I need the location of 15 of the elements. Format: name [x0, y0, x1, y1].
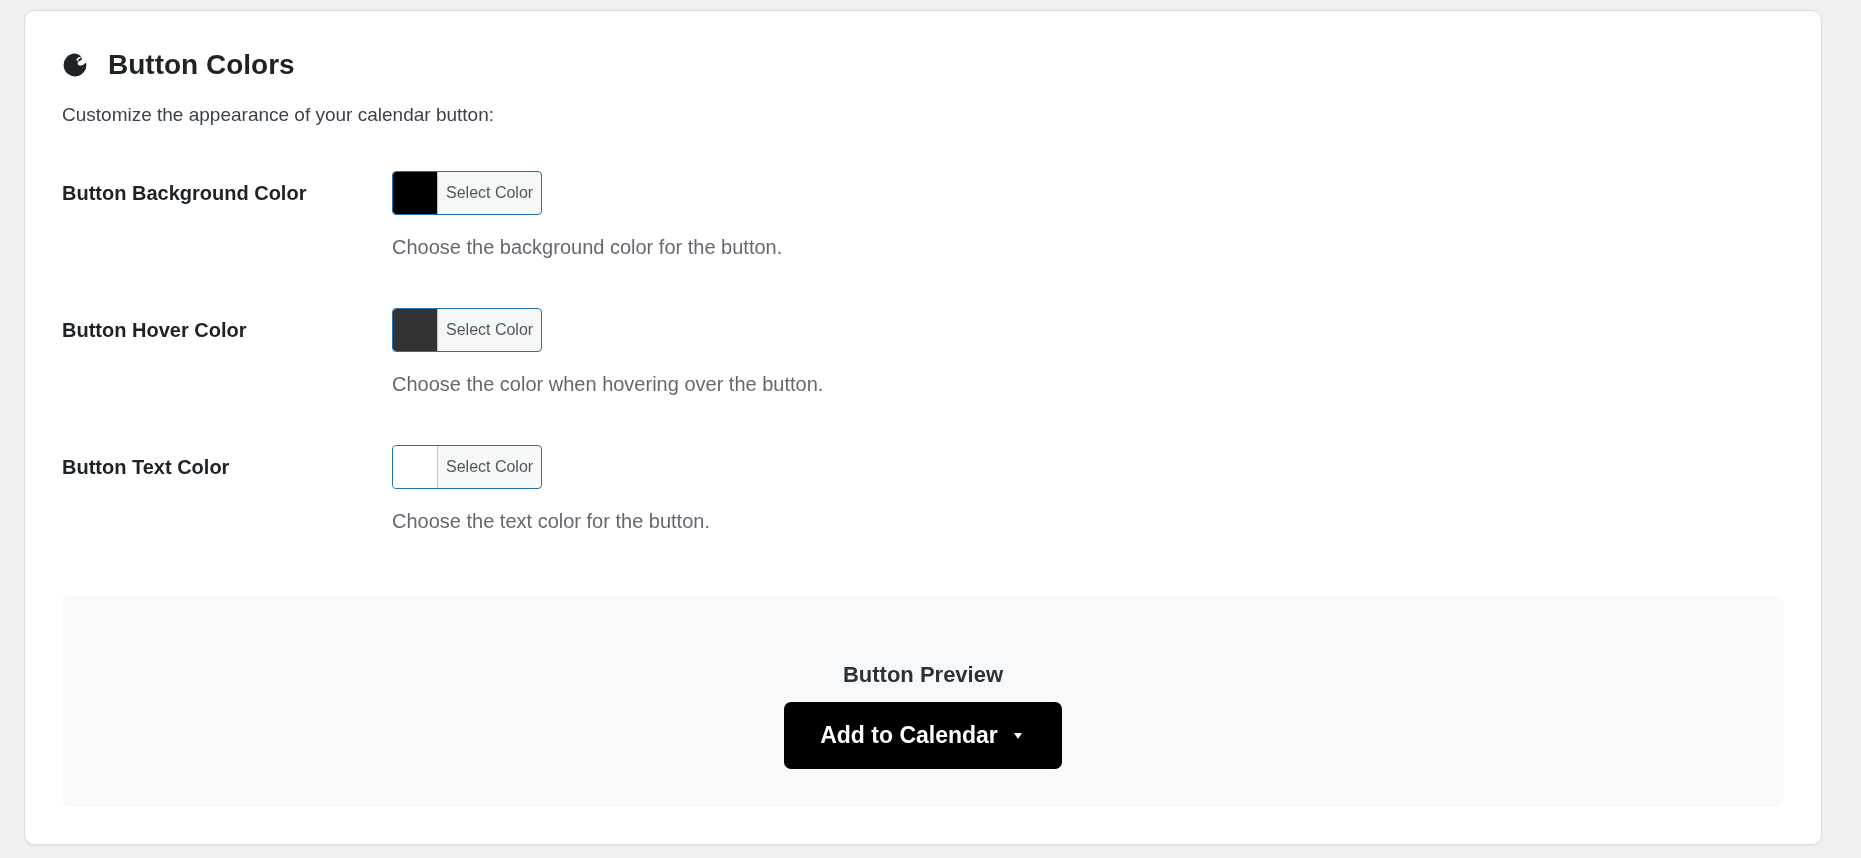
color-picker-button[interactable]: Select Color: [392, 171, 543, 215]
help-text: Choose the color when hovering over the button.: [392, 372, 824, 397]
help-text: Choose the background color for the button.: [392, 235, 783, 260]
preview-button[interactable]: Add to Calendar: [784, 702, 1062, 769]
section-description: Customize the appearance of your calendar button:: [62, 103, 495, 127]
palette-icon: [62, 53, 88, 77]
help-text: Choose the text color for the button.: [392, 509, 710, 534]
color-picker-button[interactable]: Select Color: [392, 308, 543, 352]
section-title: Button Colors: [108, 48, 295, 82]
field-label: Button Text Color: [62, 455, 230, 480]
field-label: Button Hover Color: [62, 318, 247, 343]
preview-title: Button Preview: [842, 661, 1004, 689]
field-label: Button Background Color: [62, 181, 307, 206]
caret-icon: [1013, 732, 1022, 739]
color-picker-button[interactable]: Select Color: [392, 445, 543, 489]
